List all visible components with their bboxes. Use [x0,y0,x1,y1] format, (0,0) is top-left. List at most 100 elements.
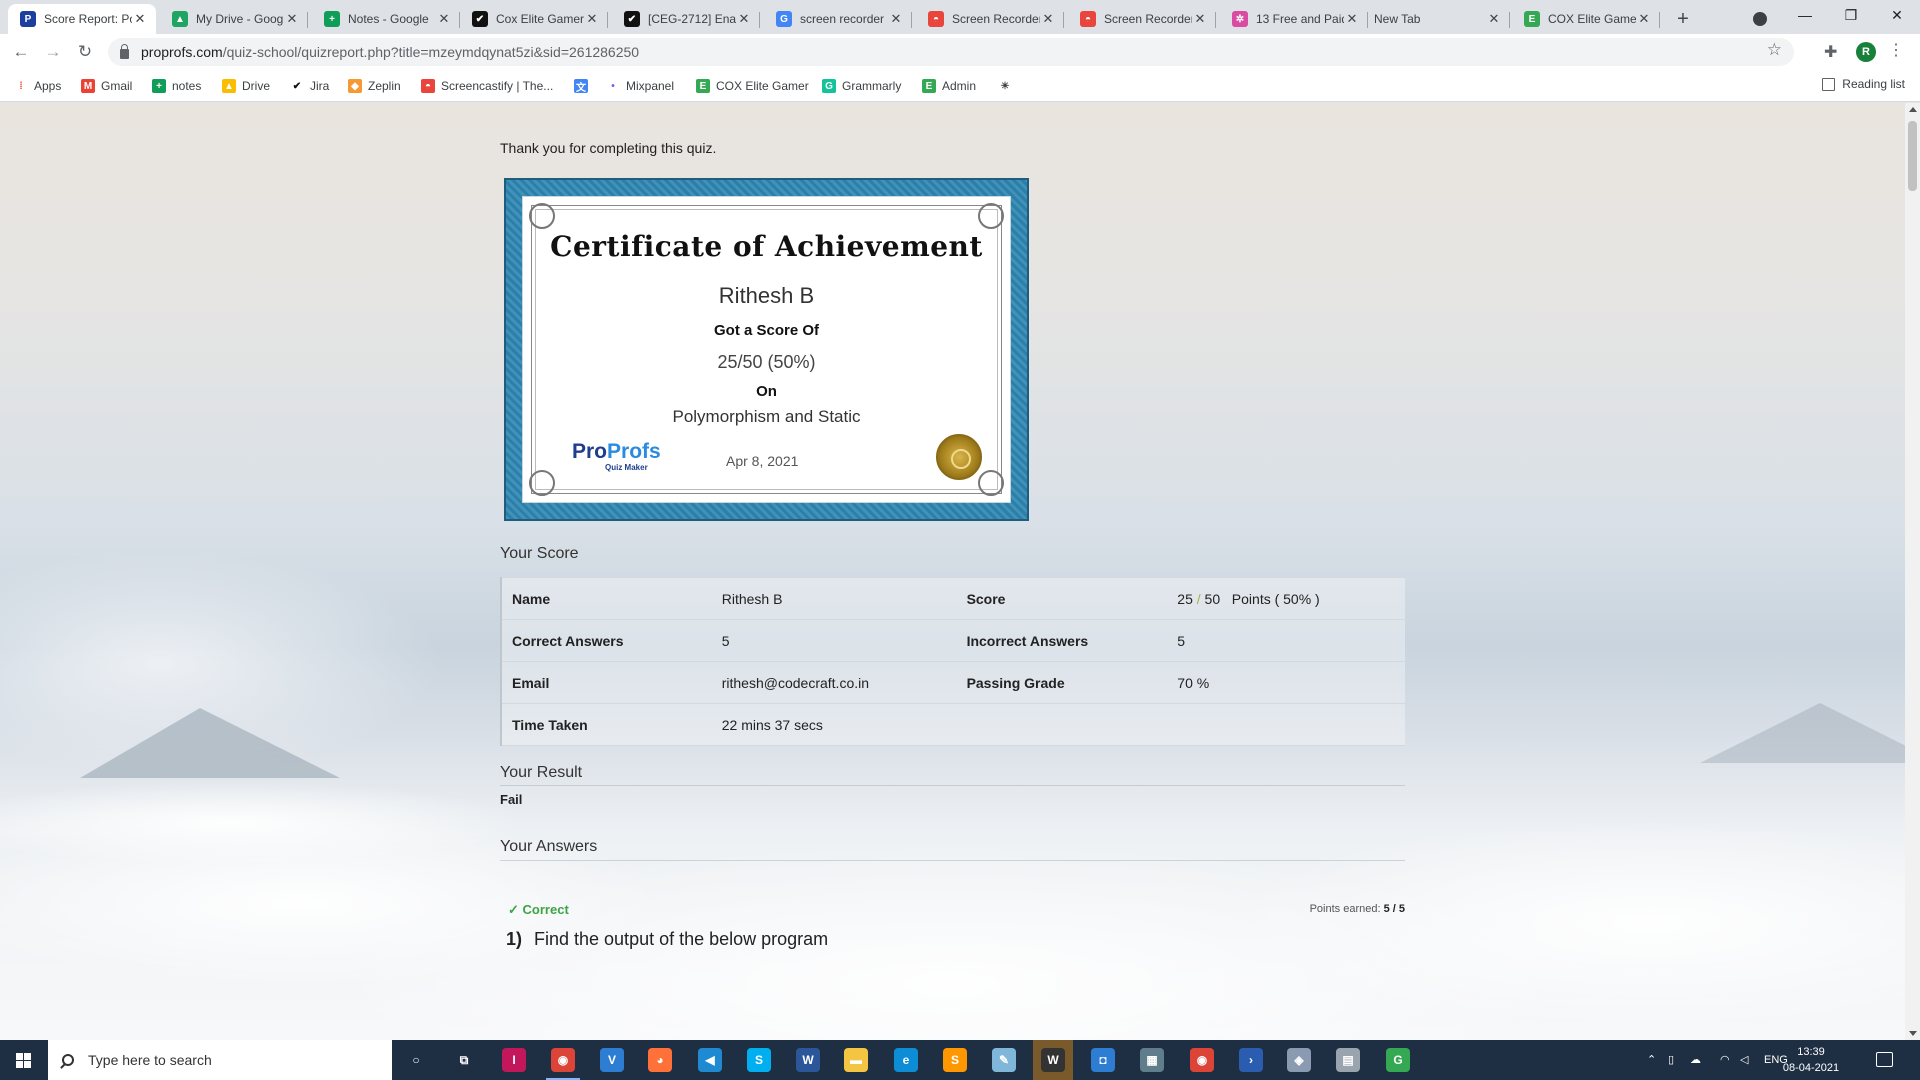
browser-tab[interactable]: ▲ My Drive - Goog ✕ [160,4,308,34]
bookmark-item[interactable]: G Grammarly [822,77,901,95]
browser-tab[interactable]: ✲ 13 Free and Paid ✕ [1220,4,1368,34]
tab-close-icon[interactable]: ✕ [1192,11,1208,27]
restore-button[interactable]: ❐ [1828,0,1874,30]
certificate-title: Certificate of Achievement [550,230,983,263]
sheets-icon[interactable]: G [1386,1048,1410,1072]
forward-arrow-icon[interactable]: → [39,39,67,65]
scroll-up-arrow-icon[interactable] [1909,107,1917,112]
clock[interactable]: 13:39 08-04-2021 [1776,1044,1846,1076]
browser-tab[interactable]: ◓ Screen Recorder ✕ [916,4,1064,34]
reload-icon[interactable]: ↻ [71,39,99,65]
scroll-down-arrow-icon[interactable] [1909,1031,1917,1036]
bookmark-item[interactable]: E COX Elite Gamer [696,77,809,95]
back-arrow-icon[interactable]: ← [7,39,35,65]
jira-favicon: ✔ [472,11,488,27]
winamp-icon[interactable]: W [1041,1048,1065,1072]
wifi-icon[interactable]: ◠ [1720,1053,1730,1066]
new-tab-button[interactable]: + [1670,6,1696,32]
reading-list-button[interactable]: Reading list [1822,77,1905,91]
bookmark-item[interactable]: ▲ Drive [222,77,270,95]
browser-tab[interactable]: Gscreen recorder ✕ [764,4,912,34]
certificate-on-label: On [756,383,777,400]
bookmark-item[interactable]: + notes [152,77,201,95]
scroll-thumb[interactable] [1908,121,1917,191]
chrome-menu-icon[interactable]: ⋮ [1888,40,1904,60]
powershell-icon[interactable]: › [1239,1048,1263,1072]
extensions-puzzle-icon[interactable]: ✚ [1824,42,1837,62]
word-icon[interactable]: W [796,1048,820,1072]
tab-close-icon[interactable]: ✕ [436,11,452,27]
onedrive-icon[interactable]: ☁ [1690,1053,1701,1066]
search-placeholder: Type here to search [88,1052,212,1068]
page-scrollbar[interactable] [1905,103,1920,1040]
bookmark-item[interactable]: ◆ Zeplin [348,77,401,95]
tab-close-icon[interactable]: ✕ [1040,11,1056,27]
your-answers-heading: Your Answers [500,838,598,855]
tab-title: [CEG-2712] Enal [648,12,736,26]
vscode-icon[interactable]: ◀ [698,1048,722,1072]
browser-tab[interactable]: ✔ Cox Elite Gamer ✕ [460,4,608,34]
clock-time: 13:39 [1797,1046,1825,1058]
your-score-heading: Your Score [500,545,579,562]
time-taken-value: 22 mins 37 secs [711,703,957,746]
start-button[interactable] [0,1040,48,1080]
gold-seal-icon [936,434,982,480]
notepad-icon[interactable]: ✎ [992,1048,1016,1072]
sublime-icon[interactable]: S [943,1048,967,1072]
tab-close-icon[interactable]: ✕ [284,11,300,27]
tab-close-icon[interactable]: ✕ [1486,11,1502,27]
profile-avatar[interactable]: R [1856,42,1876,62]
bookmark-item[interactable]: • Mixpanel [606,77,674,95]
browser-tab[interactable]: E COX Elite Gamer ✕ [1512,4,1660,34]
browser-tab[interactable]: + Notes - Google ✕ [312,4,460,34]
minimize-button[interactable]: — [1782,0,1828,30]
tab-close-icon[interactable]: ✕ [584,11,600,27]
volume-icon[interactable]: ◁ [1740,1053,1748,1066]
tab-search-icon[interactable] [1748,7,1772,31]
tab-separator [1215,12,1216,28]
bookmark-item[interactable]: ◓ Screencastify | The... [421,77,553,95]
firefox-icon[interactable]: ◕ [648,1048,672,1072]
tab-close-icon[interactable]: ✕ [736,11,752,27]
address-bar[interactable]: proprofs.com/quiz-school/quizreport.php?… [108,38,1794,66]
lock-icon[interactable] [120,43,129,59]
vs-icon[interactable]: V [600,1048,624,1072]
skype-icon[interactable]: S [747,1048,771,1072]
close-window-button[interactable]: ✕ [1874,0,1920,30]
taskbar-search[interactable]: Type here to search [48,1040,392,1080]
explorer-icon[interactable]: ▬ [844,1048,868,1072]
browser-tab[interactable]: New Tab ✕ [1362,4,1510,34]
bookmark-item[interactable]: ☀ [998,77,1018,95]
camera-icon[interactable]: ◘ [1091,1048,1115,1072]
task-view-icon[interactable]: ⧉ [452,1048,476,1072]
chevron-up-icon[interactable]: ⌃ [1647,1053,1656,1066]
bookmark-item[interactable]: ✔ Jira [290,77,330,95]
certificate-body: Certificate of Achievement Rithesh B Got… [522,196,1011,503]
bookmark-item[interactable]: ⁞ Apps [14,77,61,95]
bookmark-item[interactable]: M Gmail [81,77,132,95]
ide-icon[interactable]: I [502,1048,526,1072]
edge-icon[interactable]: e [894,1048,918,1072]
calculator-icon[interactable]: ▦ [1140,1048,1164,1072]
notifications-icon[interactable] [1876,1052,1893,1067]
bookmark-item[interactable]: 文 [574,77,594,95]
bookmark-star-icon[interactable]: ☆ [1767,40,1782,60]
tab-close-icon[interactable]: ✕ [132,11,148,27]
network-icon[interactable]: ▯ [1668,1053,1674,1066]
browser-tab[interactable]: ✔ [CEG-2712] Enal ✕ [612,4,760,34]
chrome-icon[interactable]: ◉ [551,1048,575,1072]
tab-close-icon[interactable]: ✕ [888,11,904,27]
tab-separator [1063,12,1064,28]
browser-tab[interactable]: P Score Report: Po ✕ [8,4,156,34]
tab-close-icon[interactable]: ✕ [1636,11,1652,27]
bookmark-label: Zeplin [368,79,401,93]
app-icon[interactable]: ◈ [1287,1048,1311,1072]
url-text[interactable]: proprofs.com/quiz-school/quizreport.php?… [141,44,639,60]
printer-icon[interactable]: ▤ [1336,1048,1360,1072]
browser-tab[interactable]: ◓ Screen Recorder ✕ [1068,4,1216,34]
tab-close-icon[interactable]: ✕ [1344,11,1360,27]
bookmark-item[interactable]: E Admin [922,77,976,95]
cortana-icon[interactable]: ○ [404,1048,428,1072]
score-label: Score [956,577,1168,620]
chrome-icon[interactable]: ◉ [1190,1048,1214,1072]
